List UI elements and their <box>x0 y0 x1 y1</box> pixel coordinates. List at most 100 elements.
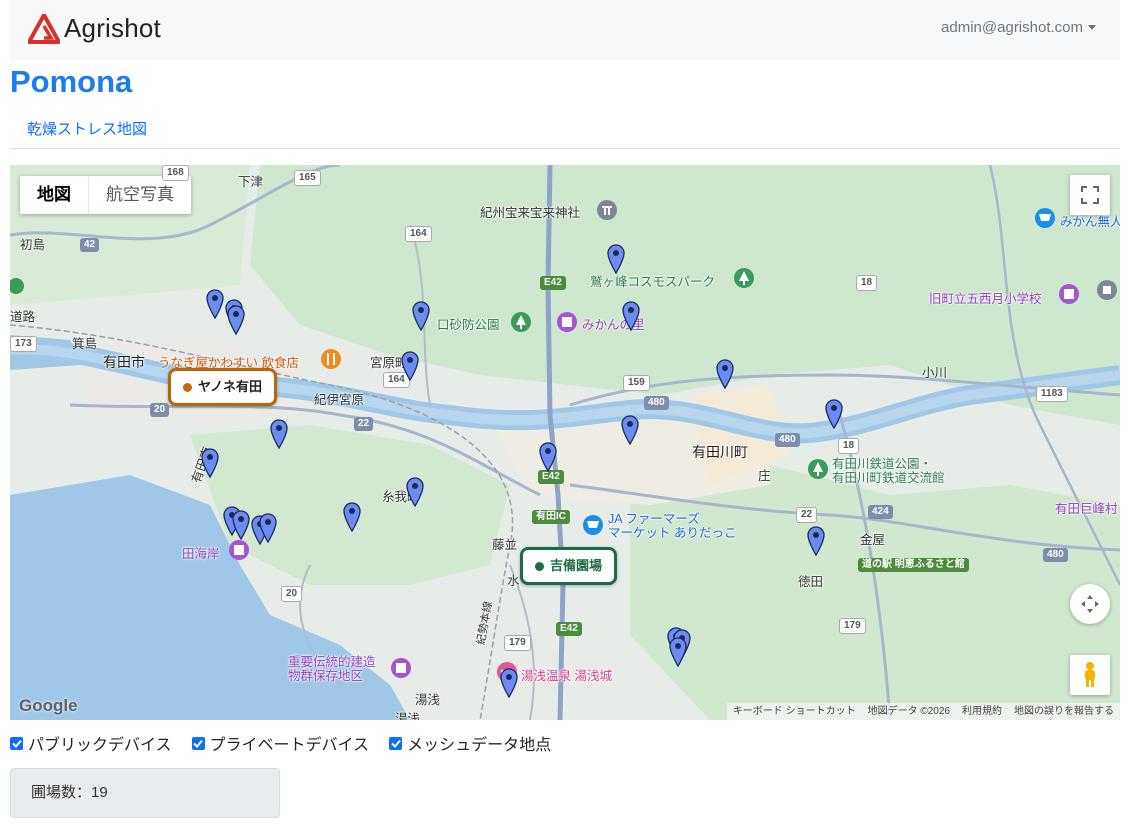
mesh-data-label: メッシュデータ地点 <box>407 737 552 754</box>
device-marker[interactable] <box>232 510 250 541</box>
map-label-yuasa-2: 湯浅 <box>395 712 421 720</box>
map-type-satellite-button[interactable]: 航空写真 <box>88 176 191 214</box>
pan-arrows-icon <box>1081 595 1099 613</box>
poi-tashima[interactable]: 田海岸 <box>182 543 220 562</box>
agrishot-logo-icon <box>28 13 60 44</box>
device-marker[interactable] <box>259 513 277 544</box>
shop-icon <box>583 515 603 535</box>
road-shield: 42 <box>80 238 100 252</box>
device-marker[interactable] <box>270 419 288 450</box>
road-shield: 22 <box>796 507 818 523</box>
map-data-credit: 地図データ ©2026 <box>867 706 950 717</box>
poi-shrine[interactable]: 紀州宝来宝来神社 <box>480 202 580 221</box>
street-view-pegman-button[interactable] <box>1070 655 1110 695</box>
device-marker[interactable] <box>539 442 557 473</box>
map-label-tokuda: 徳田 <box>798 575 824 589</box>
attraction-icon <box>391 658 411 678</box>
poi-railway-park[interactable]: 有田川鉄道公園・ 有田川町鉄道交流館 <box>832 457 945 485</box>
device-marker[interactable] <box>621 415 639 446</box>
navbar: Agrishot admin@agrishot.com <box>10 0 1120 60</box>
poi-school[interactable]: 旧町立五西月小学校 <box>929 288 1042 307</box>
poi-arida-ic: 有田IC <box>532 510 570 524</box>
poi-ja-market[interactable]: JA ファーマーズ マーケット ありだっこ <box>608 512 736 540</box>
road-shield: 480 <box>644 396 669 410</box>
divider <box>10 148 1120 149</box>
park-icon <box>10 278 24 294</box>
device-marker[interactable] <box>716 359 734 390</box>
device-marker[interactable] <box>607 244 625 275</box>
private-devices-checkbox[interactable]: プライベートデバイス <box>191 731 370 755</box>
map-label-yuasa: 湯浅 <box>415 693 441 707</box>
poi-preservation-district[interactable]: 重要伝統的建造 物群保存地区 <box>288 655 376 683</box>
page-title: Pomona <box>10 64 133 99</box>
road-shield: E42 <box>556 622 582 636</box>
brand-name: Agrishot <box>64 13 161 43</box>
public-devices-checkbox[interactable]: パブリックデバイス <box>10 731 172 755</box>
map-type-control: 地図 航空写真 <box>20 176 191 214</box>
shrine-icon <box>597 200 617 220</box>
road-shield: 20 <box>150 403 170 417</box>
poi-michinoeki[interactable]: 道の駅 明恵ふるさと館 <box>858 558 969 572</box>
device-marker[interactable] <box>500 668 518 699</box>
tab-drought-stress-map[interactable]: 乾燥ストレス地図 <box>27 118 147 139</box>
device-marker[interactable] <box>343 502 361 533</box>
farm-label-kibi-enjo[interactable]: 吉備園場 <box>520 547 618 585</box>
map-type-map-button[interactable]: 地図 <box>20 176 88 214</box>
farm-label-yanone-arida[interactable]: ヤノネ有田 <box>168 368 277 406</box>
device-marker[interactable] <box>201 448 219 479</box>
road-shield: 480 <box>1043 548 1068 562</box>
school-icon <box>1059 284 1079 304</box>
device-marker[interactable] <box>669 637 687 668</box>
farm-name: 吉備園場 <box>550 558 603 573</box>
mesh-data-checkbox[interactable]: メッシュデータ地点 <box>389 731 551 755</box>
map-label-kanaya: 金屋 <box>860 533 886 547</box>
poi-mikan-museum[interactable]: みかん無人 <box>1060 211 1120 230</box>
camera-control-button[interactable] <box>1070 584 1110 624</box>
terms-link[interactable]: 利用規約 <box>962 703 1002 720</box>
road-shield: 165 <box>294 170 321 186</box>
keyboard-shortcuts-link[interactable]: キーボード ショートカット <box>733 703 856 720</box>
poi-onsen[interactable]: 湯浅温泉 湯浅城 <box>521 665 612 684</box>
brand-logo[interactable]: Agrishot <box>28 13 161 44</box>
poi-sabo-park[interactable]: 口砂防公園 <box>437 314 500 333</box>
map-label-arida-city: 有田市 <box>103 354 145 370</box>
report-error-link[interactable]: 地図の誤りを報告する <box>1014 703 1114 720</box>
road-shield: 164 <box>405 226 432 242</box>
map-label-shimotsu: 下津 <box>238 175 264 189</box>
device-marker[interactable] <box>401 351 419 382</box>
map-base-layer <box>10 165 1120 720</box>
shop-icon <box>1035 208 1055 228</box>
user-menu-dropdown[interactable]: admin@agrishot.com <box>941 19 1096 36</box>
map-label-mizu: 水 <box>507 574 520 588</box>
poi-arida-kyoho[interactable]: 有田巨峰村 <box>1055 498 1118 517</box>
checkbox-checked-icon <box>389 736 403 750</box>
park-icon <box>808 459 828 479</box>
road-shield: 480 <box>775 433 800 447</box>
road-shield: E42 <box>538 470 564 484</box>
fullscreen-button[interactable] <box>1070 175 1110 215</box>
road-shield: 424 <box>868 505 893 519</box>
device-marker[interactable] <box>206 289 224 320</box>
farm-name: ヤノネ有田 <box>198 379 262 394</box>
private-devices-label: プライベートデバイス <box>209 737 370 754</box>
map-canvas[interactable]: 地図 航空写真 有田市 有田川町 下津 初島 箕島 宮原町 紀伊宮原 糸我町 藤… <box>10 165 1120 720</box>
device-marker[interactable] <box>807 526 825 557</box>
road-shield: 173 <box>10 336 37 352</box>
device-filters: パブリックデバイス プライベートデバイス メッシュデータ地点 <box>10 731 571 755</box>
map-attribution: キーボード ショートカット 地図データ ©2026 利用規約 地図の誤りを報告す… <box>726 703 1120 720</box>
device-marker[interactable] <box>412 301 430 332</box>
public-devices-label: パブリックデバイス <box>28 737 172 754</box>
park-icon <box>511 312 531 332</box>
device-marker[interactable] <box>406 477 424 508</box>
restaurant-icon <box>321 349 341 369</box>
checkbox-checked-icon <box>191 736 205 750</box>
device-marker[interactable] <box>622 301 640 332</box>
road-shield: 179 <box>504 635 531 651</box>
map-label-kogawa: 小川 <box>922 366 948 380</box>
farm-dot <box>535 562 544 572</box>
road-shield: 18 <box>838 438 860 454</box>
google-logo: Google <box>19 696 78 715</box>
device-marker[interactable] <box>825 399 843 430</box>
map-label-sho: 庄 <box>758 469 771 483</box>
device-marker[interactable] <box>227 305 245 336</box>
